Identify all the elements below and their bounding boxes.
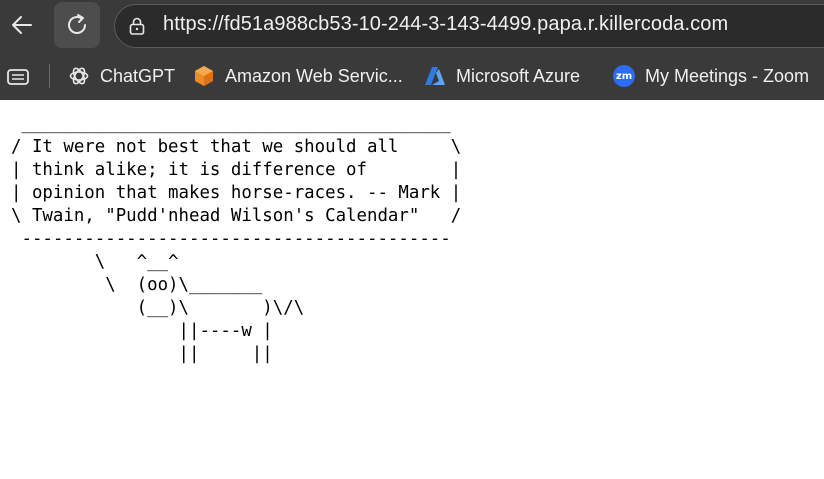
aws-icon: [193, 65, 215, 87]
collections-icon: [7, 69, 29, 85]
toolbar: https://fd51a988cb53-10-244-3-143-4499.p…: [0, 0, 824, 52]
reload-icon: [68, 14, 86, 34]
reload-button[interactable]: [54, 2, 100, 48]
bookmarks-bar: ChatGPT Amazon Web Servic... Microsoft A…: [0, 52, 824, 100]
collections-button[interactable]: [6, 66, 30, 93]
browser-chrome: https://fd51a988cb53-10-244-3-143-4499.p…: [0, 0, 824, 100]
azure-icon: [424, 65, 446, 87]
bookmark-label: Microsoft Azure: [456, 65, 581, 86]
bookmark-chatgpt[interactable]: ChatGPT: [68, 63, 175, 89]
zoom-badge: zm: [613, 65, 635, 87]
bookmarks-divider: [49, 64, 50, 88]
bookmark-label: Amazon Web Servic...: [225, 65, 403, 86]
back-button[interactable]: [0, 3, 44, 47]
bookmark-label: ChatGPT: [100, 65, 176, 86]
zoom-icon: zm: [613, 65, 635, 87]
page-content: ________________________________________…: [0, 100, 824, 479]
back-arrow-icon: [12, 16, 32, 34]
url-text[interactable]: https://fd51a988cb53-10-244-3-143-4499.p…: [163, 13, 728, 36]
lock-icon[interactable]: [127, 16, 147, 36]
bookmark-azure[interactable]: Microsoft Azure: [424, 63, 580, 89]
bookmark-label: My Meetings - Zoom: [645, 65, 810, 86]
bookmark-aws[interactable]: Amazon Web Servic...: [193, 63, 403, 89]
chatgpt-icon: [68, 65, 90, 87]
address-bar[interactable]: https://fd51a988cb53-10-244-3-143-4499.p…: [114, 4, 824, 48]
bookmark-zoom[interactable]: zm My Meetings - Zoom: [613, 63, 809, 89]
cowsay-output: ________________________________________…: [11, 114, 462, 364]
